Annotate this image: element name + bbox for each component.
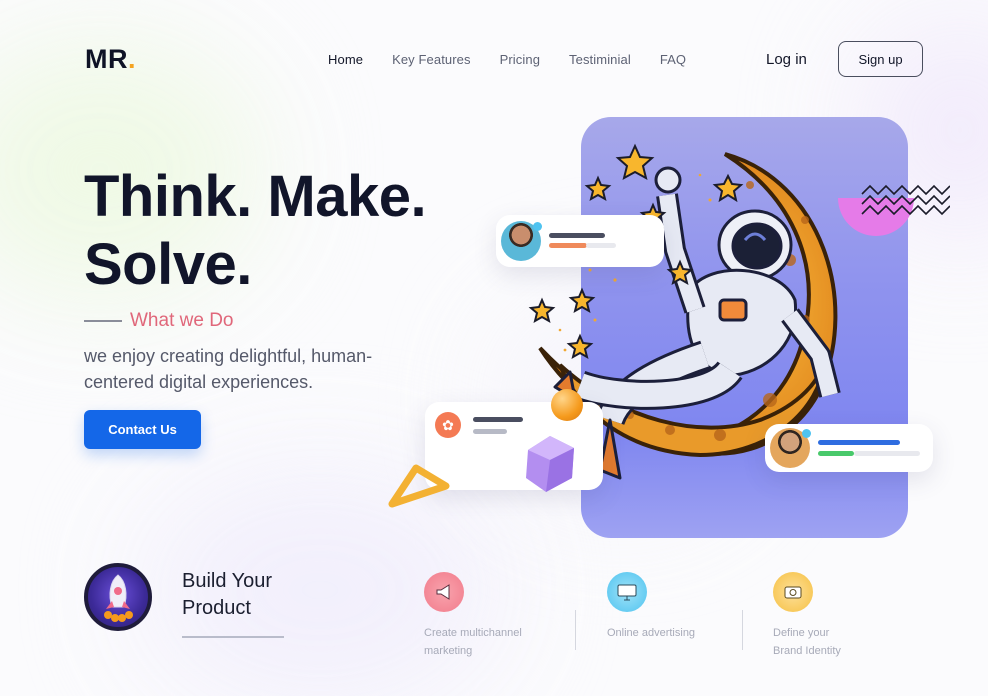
verified-icon (533, 222, 542, 231)
nav-key-features[interactable]: Key Features (392, 52, 471, 67)
card-bar (473, 417, 523, 422)
contact-us-button[interactable]: Contact Us (84, 410, 201, 449)
hero-headline: Think. Make. Solve. (84, 163, 427, 299)
tagline-rule (84, 320, 122, 322)
megaphone-icon (424, 572, 464, 612)
logo[interactable]: MR. (85, 44, 136, 75)
cube-shape (526, 436, 574, 492)
profile-card-top (496, 215, 664, 267)
headline-line-1: Think. Make. (84, 164, 427, 229)
feature-multichannel-marketing[interactable]: Create multichannel marketing (424, 572, 554, 660)
brand-icon (773, 572, 813, 612)
card-bar (549, 233, 605, 238)
nav-faq[interactable]: FAQ (660, 52, 686, 67)
megaphone-icon-glyph (436, 584, 450, 600)
profile-card-bottom (765, 424, 933, 472)
zigzag-decoration (838, 184, 950, 236)
feature-label: Online advertising (607, 627, 696, 639)
rocket-icon (104, 574, 133, 622)
team-icon: ✿ (435, 412, 461, 438)
card-bar (549, 243, 587, 248)
feature-label: Create multichannel marketing (424, 627, 522, 657)
nav-testimonial[interactable]: Testiminial (569, 52, 631, 67)
feature-label: Define your Brand Identity (773, 627, 841, 657)
hero-description: we enjoy creating delightful, human-cent… (84, 346, 373, 392)
main-nav: Home Key Features Pricing Testiminial FA… (328, 52, 715, 67)
feature-online-advertising[interactable]: Online advertising (607, 572, 737, 642)
verified-icon (802, 429, 811, 438)
orange-sphere (551, 389, 583, 421)
tagline-text: What we Do (130, 310, 234, 331)
rocket-badge (84, 563, 152, 631)
feature-divider (575, 610, 576, 650)
feature-brand-identity[interactable]: Define your Brand Identity (773, 572, 903, 660)
monitor-icon (607, 572, 647, 612)
build-product-line-1: Build Your (182, 570, 273, 592)
headline-line-2: Solve. (84, 232, 252, 297)
card-bar (818, 440, 900, 445)
build-product-title: Build Your Product (182, 568, 272, 622)
build-product-underline (182, 636, 284, 638)
card-bar (854, 451, 920, 456)
logo-dot: . (128, 44, 137, 74)
brand-icon-glyph (784, 586, 802, 599)
feature-divider (742, 610, 743, 650)
card-bar (473, 429, 507, 434)
nav-home[interactable]: Home (328, 52, 363, 67)
card-bar (818, 451, 854, 456)
monitor-icon-glyph (617, 584, 637, 601)
build-product-line-2: Product (182, 597, 251, 619)
login-link[interactable]: Log in (766, 51, 807, 68)
nav-pricing[interactable]: Pricing (500, 52, 540, 67)
tagline: What we Do (84, 310, 233, 332)
signup-button[interactable]: Sign up (838, 41, 923, 77)
triangle-shape (388, 464, 450, 508)
card-bar (586, 243, 616, 248)
